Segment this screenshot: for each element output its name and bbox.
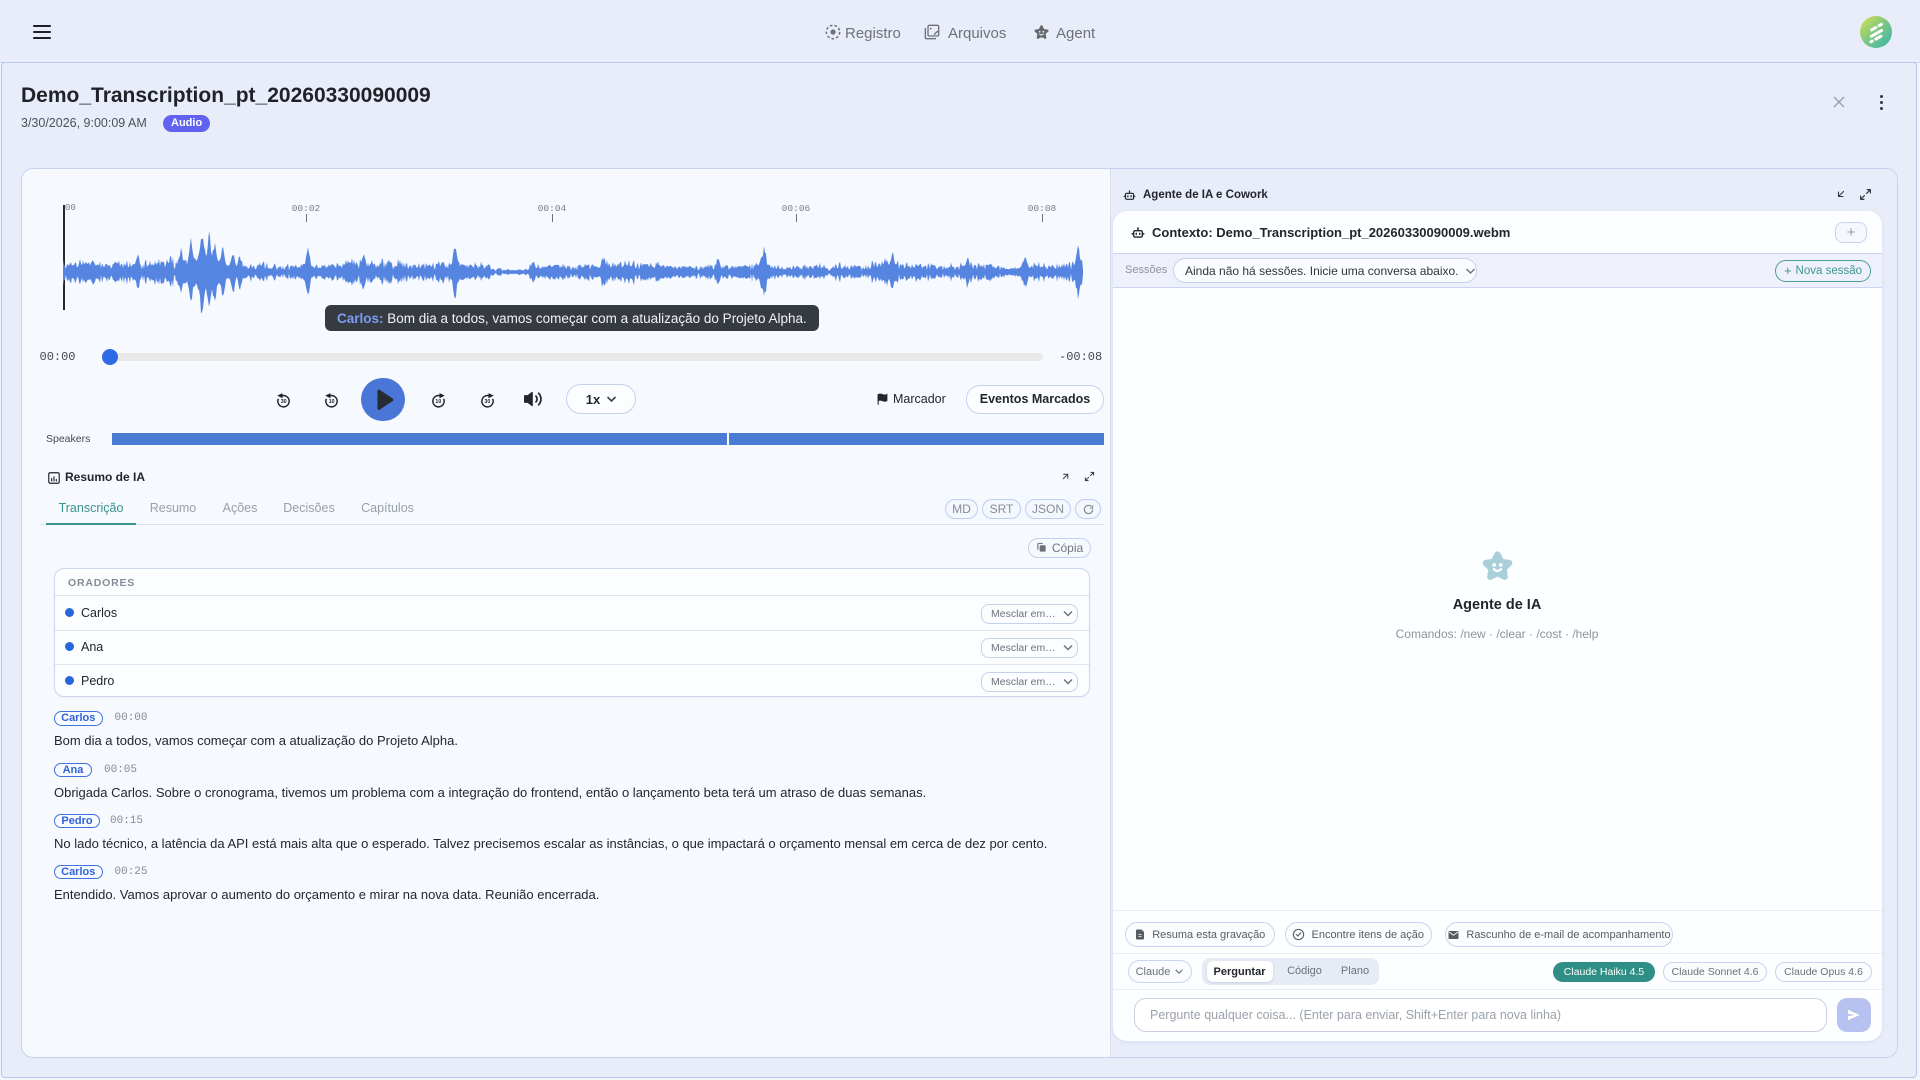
svg-text:30: 30 — [280, 399, 286, 405]
svg-text:30: 30 — [484, 399, 490, 405]
svg-text:10: 10 — [329, 399, 335, 405]
svg-text:10: 10 — [435, 399, 441, 405]
